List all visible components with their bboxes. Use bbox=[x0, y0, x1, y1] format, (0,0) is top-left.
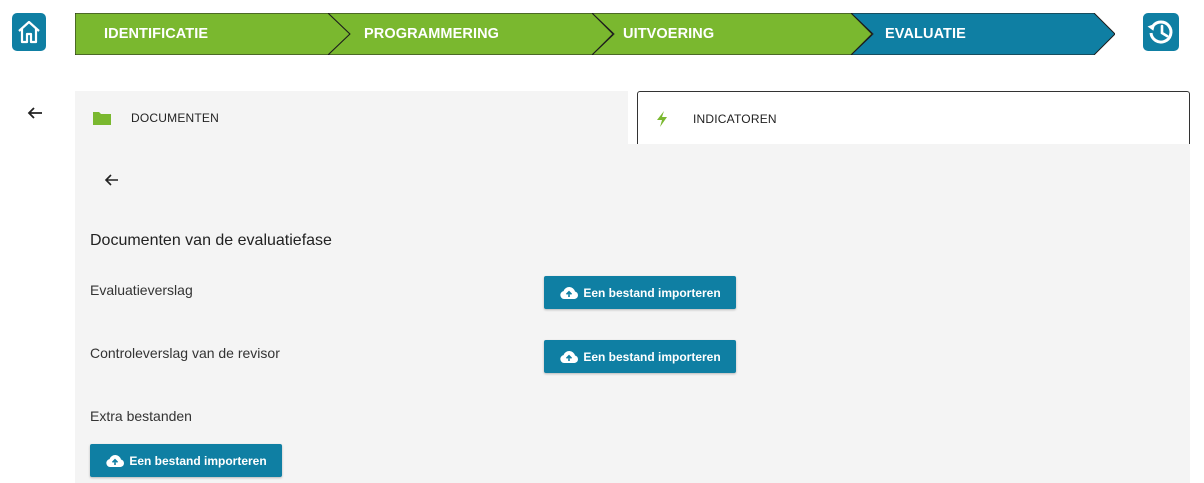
cloud-upload-icon bbox=[560, 350, 579, 363]
import-file-label: Een bestand importeren bbox=[583, 349, 721, 364]
import-file-button[interactable]: Een bestand importeren bbox=[90, 444, 282, 477]
tab-label: DOCUMENTEN bbox=[131, 110, 219, 125]
step-identificatie[interactable]: IDENTIFICATIE bbox=[75, 13, 350, 55]
row-label-controleverslag: Controleverslag van de revisor bbox=[90, 345, 280, 361]
cloud-upload-icon bbox=[106, 454, 125, 467]
step-label: EVALUATIE bbox=[885, 26, 966, 42]
step-uitvoering[interactable]: UITVOERING bbox=[592, 13, 872, 55]
home-icon bbox=[18, 20, 40, 44]
history-icon bbox=[1147, 20, 1173, 44]
step-evaluatie[interactable]: EVALUATIE bbox=[851, 13, 1115, 55]
tab-label: INDICATOREN bbox=[693, 111, 777, 126]
tab-documenten[interactable]: DOCUMENTEN bbox=[75, 91, 628, 144]
step-label: UITVOERING bbox=[623, 26, 715, 42]
import-file-label: Een bestand importeren bbox=[583, 285, 721, 300]
back-arrow-icon[interactable] bbox=[104, 172, 120, 188]
row-label-extra-bestanden: Extra bestanden bbox=[90, 408, 192, 424]
section-title: Documenten van de evaluatiefase bbox=[90, 232, 332, 249]
import-file-label: Een bestand importeren bbox=[129, 453, 267, 468]
tab-indicatoren[interactable]: INDICATOREN bbox=[637, 91, 1190, 145]
back-arrow-icon[interactable] bbox=[26, 104, 44, 122]
step-label: PROGRAMMERING bbox=[364, 26, 500, 42]
lightning-icon bbox=[657, 110, 667, 127]
cloud-upload-icon bbox=[560, 286, 579, 299]
home-button[interactable] bbox=[12, 13, 46, 51]
phase-stepper: IDENTIFICATIE PROGRAMMERING UITVOERING E… bbox=[75, 13, 1115, 55]
row-label-evaluatieverslag: Evaluatieverslag bbox=[90, 282, 193, 298]
import-file-button[interactable]: Een bestand importeren bbox=[544, 276, 736, 309]
documents-panel bbox=[75, 144, 1190, 483]
step-label: IDENTIFICATIE bbox=[104, 26, 209, 42]
step-programmering[interactable]: PROGRAMMERING bbox=[328, 13, 613, 55]
history-button[interactable] bbox=[1143, 13, 1179, 51]
folder-icon bbox=[93, 111, 111, 125]
import-file-button[interactable]: Een bestand importeren bbox=[544, 340, 736, 373]
